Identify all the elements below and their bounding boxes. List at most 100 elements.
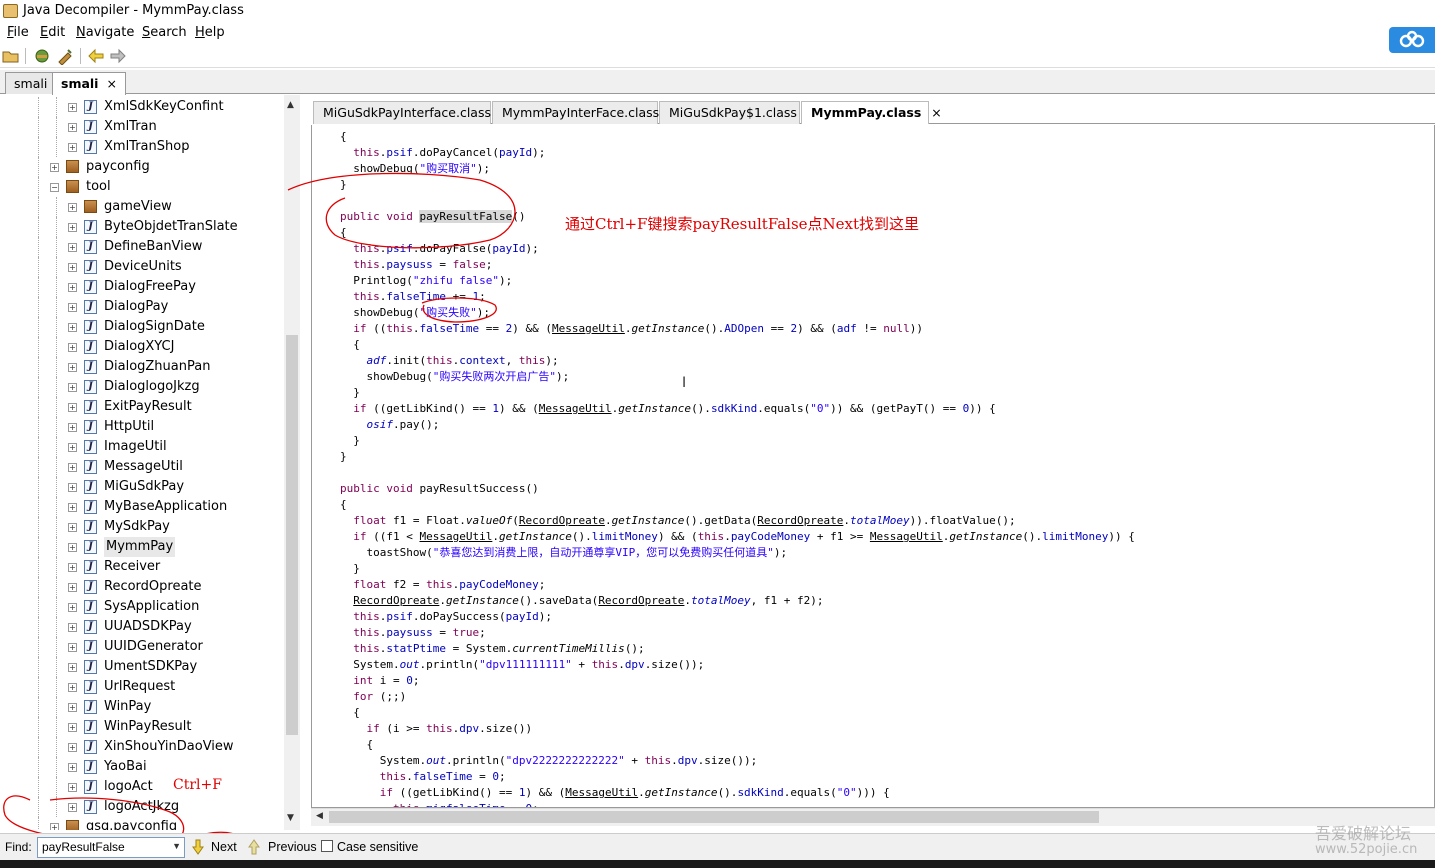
tree-class-item[interactable]: + J DeviceUnits [0,257,284,277]
expand-icon[interactable]: + [68,563,77,572]
find-input[interactable]: payResultFalse ▼ [37,837,185,858]
expand-icon[interactable]: + [68,523,77,532]
expand-icon[interactable]: + [68,143,77,152]
tree-class-item[interactable]: + J YaoBai [0,757,284,777]
tree-class-item[interactable]: + J DialoglogoJkzg [0,377,284,397]
expand-icon[interactable]: + [68,363,77,372]
editor-scroll-thumb[interactable] [329,811,1099,823]
expand-icon[interactable]: + [68,123,77,132]
open-type-icon[interactable] [33,47,51,65]
tree-class-item[interactable]: + J XmlTranShop [0,137,284,157]
tree-class-item[interactable]: + J MessageUtil [0,457,284,477]
expand-icon[interactable]: + [68,263,77,272]
tree-class-item[interactable]: + J MyBaseApplication [0,497,284,517]
expand-icon[interactable]: + [68,323,77,332]
close-icon[interactable]: × [931,105,941,120]
expand-icon[interactable]: + [68,383,77,392]
collapse-icon[interactable]: − [50,183,59,192]
tree-class-item[interactable]: + J DefineBanView [0,237,284,257]
next-arrow-icon[interactable] [192,839,204,855]
expand-icon[interactable]: + [68,703,77,712]
expand-icon[interactable]: + [68,283,77,292]
tree-class-item[interactable]: + J UUADSDKPay [0,617,284,637]
tab-mymmpay[interactable]: MymmPay.class × [801,101,942,124]
case-sensitive-checkbox[interactable] [321,840,333,852]
tree-class-item[interactable]: + JlogoAct [0,777,284,797]
expand-icon[interactable]: + [68,743,77,752]
expand-icon[interactable]: + [68,663,77,672]
previous-button[interactable]: Previous [268,840,317,854]
tree-class-item[interactable]: + J Receiver [0,557,284,577]
tree-package-item[interactable]: + gsq.payconfig [0,817,284,830]
expand-icon[interactable]: + [68,103,77,112]
tree-package-item[interactable]: + payconfig [0,157,284,177]
tree-class-item[interactable]: + JlogoActJkzg [0,797,284,817]
expand-icon[interactable]: + [50,823,59,830]
tree-class-item[interactable]: + J SysApplication [0,597,284,617]
tree-class-item[interactable]: + J WinPayResult [0,717,284,737]
tree-scroll-thumb[interactable] [286,335,298,735]
expand-icon[interactable]: + [68,443,77,452]
scroll-down-icon[interactable]: ▼ [287,813,294,823]
close-icon[interactable]: × [106,76,116,91]
expand-icon[interactable]: + [68,423,77,432]
expand-icon[interactable]: + [68,203,77,212]
paste-icon[interactable] [56,47,74,66]
tab-migusdkpay1[interactable]: MiGuSdkPay$1.class [659,101,800,124]
tree-class-item[interactable]: + J HttpUtil [0,417,284,437]
back-arrow-icon[interactable] [87,47,105,65]
tree-class-item[interactable]: + J DialogPay [0,297,284,317]
expand-icon[interactable]: + [68,403,77,412]
forward-arrow-icon[interactable] [109,47,127,65]
tab-smali-2[interactable]: smali × [52,72,126,95]
tree-class-item[interactable]: + J ImageUtil [0,437,284,457]
expand-icon[interactable]: + [68,463,77,472]
expand-icon[interactable]: + [68,723,77,732]
expand-icon[interactable]: + [68,643,77,652]
menu-help[interactable]: Help [195,25,225,40]
tree-package-item[interactable]: − tool [0,177,284,197]
expand-icon[interactable]: + [68,783,77,792]
scroll-left-icon[interactable]: ◀ [316,811,323,821]
open-folder-icon[interactable] [2,47,20,65]
tree-class-item[interactable]: + J ExitPayResult [0,397,284,417]
expand-icon[interactable]: + [68,243,77,252]
expand-icon[interactable]: + [68,343,77,352]
expand-icon[interactable]: + [68,223,77,232]
next-button[interactable]: Next [211,840,237,854]
tree-class-item[interactable]: + J DialogZhuanPan [0,357,284,377]
scroll-up-icon[interactable]: ▲ [287,100,294,110]
tree-class-item[interactable]: + J UUIDGenerator [0,637,284,657]
expand-icon[interactable]: + [68,803,77,812]
tab-smali-1[interactable]: smali [5,72,57,94]
chevron-down-icon[interactable]: ▼ [172,841,181,851]
expand-icon[interactable]: + [68,583,77,592]
tree-class-item[interactable]: + J MySdkPay [0,517,284,537]
tab-migusdkpayinterface[interactable]: MiGuSdkPayInterface.class [313,101,491,124]
menu-file[interactable]: File [7,25,29,40]
tree-class-item[interactable]: + J MiGuSdkPay [0,477,284,497]
expand-icon[interactable]: + [68,303,77,312]
previous-arrow-icon[interactable] [248,839,260,855]
tree-class-item[interactable]: + J DialogSignDate [0,317,284,337]
tree-class-item[interactable]: + J ByteObjdetTranSlate [0,217,284,237]
expand-icon[interactable]: + [68,763,77,772]
expand-icon[interactable]: + [68,623,77,632]
tree-class-item[interactable]: + J DialogFreePay [0,277,284,297]
menu-edit[interactable]: Edit [40,25,65,40]
tree-class-item[interactable]: + J XmlTran [0,117,284,137]
tree-class-item[interactable]: + J RecordOpreate [0,577,284,597]
expand-icon[interactable]: + [68,683,77,692]
tab-mymmpayinterface[interactable]: MymmPayInterFace.class [492,101,659,124]
tree-class-item[interactable]: + J XmlSdkKeyConfint [0,97,284,117]
tree-class-item[interactable]: + J WinPay [0,697,284,717]
tree-class-item[interactable]: + J UmentSDKPay [0,657,284,677]
tree-class-item[interactable]: + J XinShouYinDaoView [0,737,284,757]
menu-navigate[interactable]: Navigate [76,25,134,40]
expand-icon[interactable]: + [68,543,77,552]
expand-icon[interactable]: + [68,603,77,612]
tree-class-item[interactable]: + J UrlRequest [0,677,284,697]
expand-icon[interactable]: + [50,163,59,172]
expand-icon[interactable]: + [68,503,77,512]
tree-class-item[interactable]: + J MymmPay [0,537,284,557]
